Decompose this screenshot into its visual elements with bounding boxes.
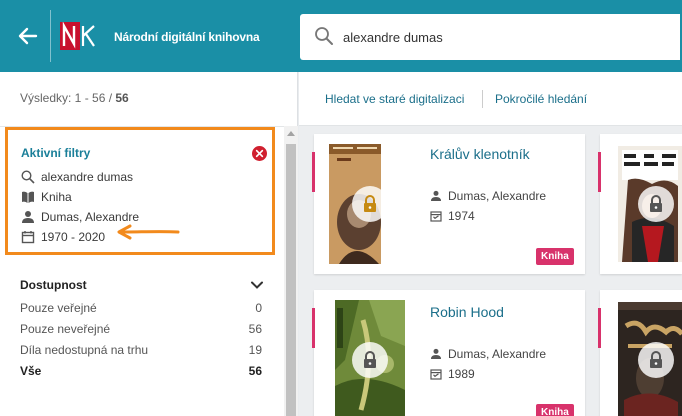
lock-icon: [364, 351, 376, 368]
calendar-icon: [430, 369, 442, 380]
filter-date-range[interactable]: 1970 - 2020: [21, 229, 105, 245]
search-input[interactable]: alexandre dumas: [300, 14, 682, 60]
facet-label: Pouze veřejné: [20, 301, 97, 315]
card-author-text: Dumas, Alexandre: [448, 189, 547, 203]
facet-all[interactable]: Vše 56: [20, 364, 262, 380]
nk-logo[interactable]: [60, 22, 96, 50]
result-card[interactable]: Robin Hood Dumas, Alexandre 1989 Kniha: [312, 290, 585, 416]
result-card-partial[interactable]: [598, 134, 682, 274]
card-author: Dumas, Alexandre: [430, 347, 546, 361]
scrollbar-thumb[interactable]: [286, 144, 296, 416]
facet-public-only[interactable]: Pouze veřejné 0: [20, 301, 262, 317]
facet-out-of-market[interactable]: Díla nedostupná na trhu 19: [20, 343, 262, 359]
card-author-text: Dumas, Alexandre: [448, 347, 547, 361]
facet-count: 56: [248, 364, 262, 378]
top-header: Národní digitální knihovna alexandre dum…: [0, 0, 682, 72]
facet-label: Vše: [20, 364, 42, 378]
search-icon: [315, 27, 333, 45]
lock-icon: [650, 351, 662, 368]
facet-count: 0: [255, 301, 262, 315]
card-year: 1989: [430, 367, 475, 381]
filter-query[interactable]: alexandre dumas: [21, 169, 133, 185]
search-icon: [21, 170, 35, 184]
toolbar-divider: [482, 90, 483, 108]
results-toolbar: Hledat ve staré digitalizaci Pokročilé h…: [299, 72, 682, 126]
card-accent: [598, 152, 601, 192]
person-icon: [431, 190, 441, 201]
book-icon: [22, 191, 34, 203]
header-divider: [50, 10, 51, 62]
filter-date-text: 1970 - 2020: [41, 230, 106, 244]
card-accent: [312, 308, 315, 348]
locked-indicator: [638, 342, 674, 378]
locked-indicator: [352, 186, 388, 222]
app-title[interactable]: Národní digitální knihovna: [114, 30, 260, 44]
person-icon: [22, 211, 34, 223]
doc-type-badge: Kniha: [536, 248, 574, 265]
chevron-down-icon[interactable]: [250, 278, 264, 292]
facet-count: 19: [248, 343, 262, 357]
result-card-partial[interactable]: [598, 290, 682, 416]
results-panel: Hledat ve staré digitalizaci Pokročilé h…: [299, 72, 682, 416]
clear-filters-icon[interactable]: [252, 146, 267, 161]
lock-icon: [650, 195, 662, 212]
locked-indicator: [638, 186, 674, 222]
card-title[interactable]: Robin Hood: [430, 304, 504, 320]
search-value[interactable]: alexandre dumas: [343, 30, 443, 45]
card-year: 1974: [430, 209, 475, 223]
availability-title[interactable]: Dostupnost: [20, 278, 87, 292]
facet-count: 56: [248, 322, 262, 336]
locked-indicator: [352, 342, 388, 378]
filters-sidebar: Výsledky: 1 - 56 / 56 Aktivní filtry ale…: [0, 72, 298, 416]
facet-label: Díla nedostupná na trhu: [20, 343, 149, 357]
card-author: Dumas, Alexandre: [430, 189, 546, 203]
doc-type-badge: Kniha: [536, 404, 574, 416]
result-card[interactable]: Králův klenotník Dumas, Alexandre 1974 K…: [312, 134, 585, 274]
scroll-up-icon[interactable]: [287, 131, 295, 136]
card-year-text: 1989: [448, 367, 475, 381]
card-title[interactable]: Králův klenotník: [430, 146, 530, 162]
lock-icon: [364, 195, 376, 212]
arrow-annotation-icon: [117, 224, 180, 240]
results-label: Výsledky: 1 - 56 /: [20, 91, 116, 105]
filter-query-text: alexandre dumas: [41, 170, 134, 184]
filter-doctype-text: Kniha: [41, 190, 72, 204]
results-total: 56: [115, 91, 129, 105]
facet-label: Pouze neveřejné: [20, 322, 111, 336]
back-arrow-icon[interactable]: [16, 24, 40, 48]
sidebar-scrollbar[interactable]: [284, 126, 298, 416]
filter-doctype[interactable]: Kniha: [21, 189, 72, 205]
card-accent: [312, 152, 315, 192]
active-filters-title: Aktivní filtry: [21, 146, 91, 160]
card-accent: [598, 308, 601, 348]
calendar-icon: [430, 211, 442, 222]
results-count: Výsledky: 1 - 56 / 56: [20, 91, 129, 105]
person-icon: [431, 348, 441, 359]
calendar-icon: [21, 231, 35, 244]
old-digitization-link[interactable]: Hledat ve staré digitalizaci: [325, 92, 464, 106]
advanced-search-link[interactable]: Pokročilé hledání: [495, 92, 587, 106]
card-year-text: 1974: [448, 209, 475, 223]
facet-private-only[interactable]: Pouze neveřejné 56: [20, 322, 262, 338]
